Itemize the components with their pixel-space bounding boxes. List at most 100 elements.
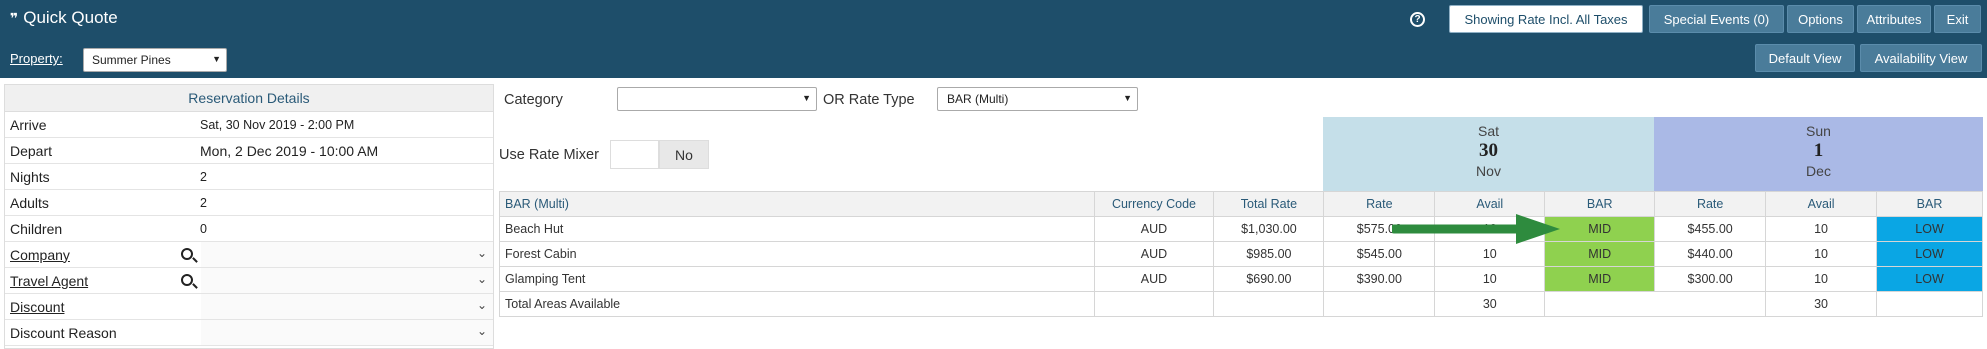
nights-value[interactable]: 2: [200, 170, 207, 184]
col-header-rate-type: BAR (Multi): [499, 191, 1095, 217]
avail-cell: 10: [1434, 266, 1546, 292]
col-header-rate: Rate: [1323, 191, 1436, 217]
discount-field[interactable]: ⌄: [201, 294, 493, 319]
rate-cell[interactable]: $300.00: [1654, 266, 1767, 292]
depart-label: Depart: [10, 142, 53, 159]
avail-cell: 10: [1434, 216, 1546, 242]
area-name[interactable]: Glamping Tent: [499, 266, 1095, 292]
col-header-rate: Rate: [1654, 191, 1767, 217]
empty-cell: [1876, 291, 1983, 317]
empty-cell: [1654, 291, 1767, 317]
empty-cell: [1323, 291, 1436, 317]
bar-level-cell: LOW: [1876, 241, 1983, 267]
rate-cell[interactable]: $390.00: [1323, 266, 1436, 292]
travel-agent-link[interactable]: Travel Agent: [5, 273, 200, 289]
table-row[interactable]: Glamping Tent AUD $690.00 $390.00 10 MID…: [499, 266, 1983, 292]
col-header-total-rate: Total Rate: [1213, 191, 1325, 217]
table-row[interactable]: Forest Cabin AUD $985.00 $545.00 10 MID …: [499, 241, 1983, 267]
avail-cell: 10: [1434, 241, 1546, 267]
rate-grid: BAR (Multi) Currency Code Total Rate Rat…: [499, 191, 1983, 317]
total-row: Total Areas Available 30 30: [499, 291, 1983, 317]
attributes-button[interactable]: Attributes: [1857, 5, 1931, 33]
search-icon[interactable]: [181, 274, 193, 286]
property-link[interactable]: Property:: [10, 51, 63, 66]
bar-level-cell: MID: [1544, 266, 1656, 292]
empty-cell: [1093, 291, 1215, 317]
grid-header-row: BAR (Multi) Currency Code Total Rate Rat…: [499, 191, 1983, 217]
col-header-bar: BAR: [1876, 191, 1983, 217]
day-month: Nov: [1476, 163, 1501, 179]
total-rate-cell[interactable]: $985.00: [1213, 241, 1325, 267]
discount-reason-row: Discount Reason ⌄: [5, 320, 493, 346]
property-select-value: Summer Pines: [92, 53, 171, 67]
rate-cell[interactable]: $440.00: [1654, 241, 1767, 267]
avail-cell: 10: [1765, 241, 1878, 267]
currency-cell: AUD: [1093, 241, 1215, 267]
adults-row: Adults 2: [5, 190, 493, 216]
panel-title: Reservation Details: [5, 85, 493, 112]
caret-down-icon: ▼: [802, 93, 811, 103]
company-link[interactable]: Company: [5, 247, 200, 263]
total-areas-label: Total Areas Available: [499, 291, 1095, 317]
default-view-button[interactable]: Default View: [1755, 44, 1855, 72]
availability-view-button[interactable]: Availability View: [1860, 44, 1982, 72]
table-row[interactable]: Beach Hut AUD $1,030.00 $575.00 10 MID $…: [499, 216, 1983, 242]
currency-cell: AUD: [1093, 216, 1215, 242]
avail-cell: 10: [1765, 266, 1878, 292]
rate-mixer-toggle-yes[interactable]: [610, 140, 659, 169]
rate-cell[interactable]: $455.00: [1654, 216, 1767, 242]
rate-cell[interactable]: $575.00: [1323, 216, 1436, 242]
arrive-row: Arrive Sat, 30 Nov 2019 - 2:00 PM: [5, 112, 493, 138]
area-name[interactable]: Forest Cabin: [499, 241, 1095, 267]
adults-value[interactable]: 2: [200, 196, 207, 210]
company-field[interactable]: ⌄: [201, 242, 493, 267]
rate-cell[interactable]: $545.00: [1323, 241, 1436, 267]
property-select[interactable]: Summer Pines ▼: [83, 48, 227, 72]
currency-cell: AUD: [1093, 266, 1215, 292]
chevron-down-icon: ⌄: [476, 272, 487, 286]
travel-agent-field[interactable]: ⌄: [201, 268, 493, 293]
col-header-bar: BAR: [1544, 191, 1656, 217]
special-events-button[interactable]: Special Events (0): [1649, 5, 1784, 33]
rate-tax-toggle-button[interactable]: Showing Rate Incl. All Taxes: [1449, 5, 1643, 33]
day-number: 1: [1813, 140, 1824, 161]
day-header-sun: Sun 1 Dec: [1654, 117, 1983, 191]
bar-level-cell: MID: [1544, 241, 1656, 267]
arrive-value[interactable]: Sat, 30 Nov 2019 - 2:00 PM: [200, 118, 354, 132]
total-rate-cell[interactable]: $690.00: [1213, 266, 1325, 292]
discount-link[interactable]: Discount: [5, 299, 200, 315]
chevron-down-icon: ⌄: [476, 298, 487, 312]
empty-cell: [1213, 291, 1325, 317]
category-select[interactable]: ▼: [617, 87, 817, 111]
depart-row: Depart Mon, 2 Dec 2019 - 10:00 AM: [5, 138, 493, 164]
nights-label: Nights: [10, 168, 50, 185]
help-icon[interactable]: ?: [1410, 12, 1425, 27]
rate-mixer-toggle-no[interactable]: No: [659, 140, 709, 169]
top-bar: ❞ Quick Quote ? Showing Rate Incl. All T…: [0, 0, 1987, 78]
day-number: 30: [1479, 140, 1498, 161]
children-value[interactable]: 0: [200, 222, 207, 236]
bar-level-cell: MID: [1544, 216, 1656, 242]
children-label: Children: [10, 220, 63, 237]
discount-row: Discount ⌄: [5, 294, 493, 320]
options-button[interactable]: Options: [1787, 5, 1854, 33]
discount-reason-label: Discount Reason: [10, 324, 117, 341]
bar-level-cell: LOW: [1876, 266, 1983, 292]
total-avail-cell: 30: [1434, 291, 1546, 317]
discount-reason-field[interactable]: ⌄: [201, 320, 493, 345]
rate-mixer-label: Use Rate Mixer: [499, 147, 599, 163]
avail-cell: 10: [1765, 216, 1878, 242]
rate-type-value: BAR (Multi): [947, 92, 1009, 106]
day-header-sat: Sat 30 Nov: [1323, 117, 1654, 191]
travel-agent-row: Travel Agent ⌄: [5, 268, 493, 294]
search-icon[interactable]: [181, 248, 193, 260]
rate-type-select[interactable]: BAR (Multi) ▼: [937, 87, 1138, 111]
exit-button[interactable]: Exit: [1934, 5, 1981, 33]
total-rate-cell[interactable]: $1,030.00: [1213, 216, 1325, 242]
app-title-text: Quick Quote: [23, 8, 118, 27]
chevron-down-icon: ⌄: [476, 324, 487, 338]
area-name[interactable]: Beach Hut: [499, 216, 1095, 242]
caret-down-icon: ▼: [212, 54, 221, 64]
arrive-label: Arrive: [10, 116, 47, 133]
depart-value[interactable]: Mon, 2 Dec 2019 - 10:00 AM: [200, 143, 378, 159]
